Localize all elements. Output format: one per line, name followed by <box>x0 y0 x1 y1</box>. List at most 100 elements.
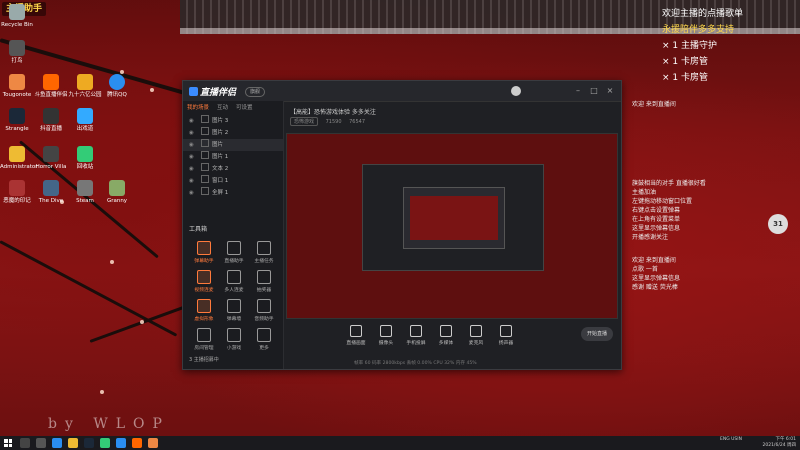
room-icon <box>197 328 211 342</box>
camera-button[interactable]: 摄像头 <box>374 323 398 351</box>
tool-avatar[interactable]: 虚拟形象 <box>189 299 219 322</box>
desktop-icon[interactable]: 九十六亿公园 <box>68 74 102 98</box>
phone-cast-button[interactable]: 手机投屏 <box>404 323 428 351</box>
tool-audio[interactable]: 音频助手 <box>249 299 279 322</box>
tool-assistant[interactable]: 直播助手 <box>219 241 249 264</box>
left-footer[interactable]: 3 主播招募中 <box>189 356 219 363</box>
eye-icon[interactable]: ◉ <box>189 187 195 199</box>
folder-icon <box>9 146 25 162</box>
desktop-icon[interactable]: Granny <box>100 180 134 204</box>
desktop-icon[interactable]: Tougonote <box>0 74 34 98</box>
wechat-icon[interactable] <box>100 438 110 448</box>
tool-lottery[interactable]: 抽奖器 <box>249 270 279 293</box>
tool-room[interactable]: 房间管理 <box>189 328 219 351</box>
app-icon <box>9 74 25 90</box>
eye-icon[interactable]: ◉ <box>189 139 195 151</box>
category-tag[interactable]: 恐怖游戏 <box>290 117 319 126</box>
taskbar: ENG USIN 下午 6:01 2021/6/24 周四 <box>0 436 800 450</box>
lock-icon[interactable] <box>201 139 209 147</box>
task-view-icon[interactable] <box>36 438 46 448</box>
lock-icon[interactable] <box>201 187 209 195</box>
scene-item[interactable]: ◉ 图片 1 <box>183 151 283 163</box>
app-icon <box>77 108 93 124</box>
app-icon <box>77 74 93 90</box>
tool-video-link[interactable]: 视频连麦 <box>189 270 219 293</box>
steam-icon[interactable] <box>84 438 94 448</box>
close-icon[interactable]: × <box>605 86 615 96</box>
desktop-icon[interactable]: 腾讯QQ <box>100 74 134 98</box>
tab-interact[interactable]: 互动 <box>213 101 232 115</box>
desktop-icon[interactable]: Horror Villa <box>34 146 68 170</box>
overlay-line: × 1 主播守护 <box>662 41 717 51</box>
desktop-icon[interactable]: 抖音直播 <box>34 108 68 132</box>
video-icon <box>197 270 211 284</box>
desktop-icon-recycle-bin[interactable]: Recycle Bin <box>0 4 34 28</box>
desktop-icon[interactable]: 恶魔的印记 <box>0 180 34 204</box>
blossom <box>100 390 104 394</box>
eye-icon[interactable]: ◉ <box>189 175 195 187</box>
qq-icon <box>109 74 125 90</box>
desktop-icon[interactable]: Strangle <box>0 108 34 132</box>
qq-icon[interactable] <box>116 438 126 448</box>
speaker-icon <box>500 325 512 337</box>
start-stream-button[interactable]: 开始直播 <box>581 327 613 341</box>
eye-icon[interactable]: ◉ <box>189 115 195 127</box>
app-icon <box>9 40 25 56</box>
lock-icon[interactable] <box>201 127 209 135</box>
scene-item[interactable]: ◉ 窗口 1 <box>183 175 283 187</box>
tool-wall[interactable]: 弹幕墙 <box>219 299 249 322</box>
app-icon[interactable] <box>148 438 158 448</box>
desktop-icon[interactable]: 打鸟 <box>0 40 34 64</box>
speaker-button[interactable]: 扬声器 <box>494 323 518 351</box>
language-indicator[interactable]: ENG USIN <box>720 437 742 443</box>
eye-icon[interactable]: ◉ <box>189 151 195 163</box>
tool-task[interactable]: 主播任务 <box>249 241 279 264</box>
eye-icon[interactable]: ◉ <box>189 127 195 139</box>
avatar[interactable] <box>511 86 521 96</box>
tab-settings[interactable]: 可设置 <box>232 101 257 115</box>
media-button[interactable]: 多媒体 <box>434 323 458 351</box>
nested-preview <box>362 164 544 271</box>
version-badge[interactable]: 旗舰 <box>245 87 266 97</box>
lock-icon[interactable] <box>201 175 209 183</box>
search-icon[interactable] <box>20 438 30 448</box>
stream-preview[interactable] <box>286 133 618 319</box>
count-badge[interactable]: 31 <box>768 214 788 234</box>
scene-item[interactable]: ◉ 全屏 1 <box>183 187 283 199</box>
lock-icon[interactable] <box>201 115 209 123</box>
desktop-icon[interactable]: The Dive <box>34 180 68 204</box>
folder-icon[interactable] <box>68 438 78 448</box>
screen-capture-button[interactable]: 直播画面 <box>344 323 368 351</box>
app-icon[interactable] <box>132 438 142 448</box>
minimize-icon[interactable]: – <box>573 86 583 96</box>
scene-item[interactable]: ◉ 图片 <box>183 139 283 151</box>
chat-line: 旗鼓相当的对手 直播很好看 <box>632 180 706 187</box>
room-title[interactable]: 【高能】恐怖游戏体验 多多关注 <box>290 107 376 116</box>
desktop-icon[interactable]: 回收站 <box>68 146 102 170</box>
tab-scenes[interactable]: 我的场景 <box>183 101 213 115</box>
tool-game[interactable]: 小游戏 <box>219 328 249 351</box>
maximize-icon[interactable]: □ <box>589 86 599 96</box>
eye-icon[interactable]: ◉ <box>189 163 195 175</box>
scene-item[interactable]: ◉ 图片 3 <box>183 115 283 127</box>
windows-start-icon[interactable] <box>4 439 12 447</box>
desktop-icon[interactable]: 出戏道 <box>68 108 102 132</box>
lock-icon[interactable] <box>201 151 209 159</box>
app-icon <box>43 74 59 90</box>
app-icon <box>77 180 93 196</box>
lock-icon[interactable] <box>201 163 209 171</box>
desktop-icon[interactable]: Administrator <box>0 146 38 170</box>
room-meta: 恐怖游戏 71590 76547 <box>290 117 371 126</box>
scene-item[interactable]: ◉ 文本 2 <box>183 163 283 175</box>
tool-multi-link[interactable]: 多人连麦 <box>219 270 249 293</box>
desktop-icon[interactable]: Steam <box>68 180 102 204</box>
tool-danmaku[interactable]: 弹幕助手 <box>189 241 219 264</box>
app-icon <box>77 146 93 162</box>
scene-item[interactable]: ◉ 图片 2 <box>183 127 283 139</box>
microphone-button[interactable]: 麦克风 <box>464 323 488 351</box>
edge-icon[interactable] <box>52 438 62 448</box>
clock[interactable]: 下午 6:01 2021/6/24 周四 <box>762 437 796 449</box>
tool-more[interactable]: 更多 <box>249 328 279 351</box>
desktop-icon[interactable]: 斗鱼直播伴侣 <box>34 74 68 98</box>
app-icon <box>9 180 25 196</box>
